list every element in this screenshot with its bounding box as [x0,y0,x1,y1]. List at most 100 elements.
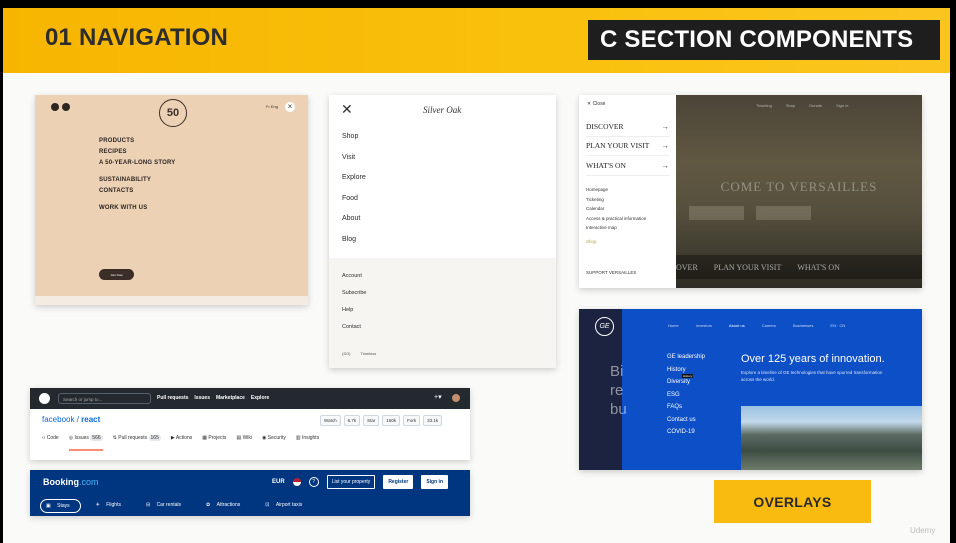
link-pull-requests[interactable]: Pull requests [157,395,188,401]
tab-projects[interactable]: ▦ Projects [202,435,226,449]
watch-count[interactable]: 6.7k [343,415,361,426]
top-nav-ticketing[interactable]: Ticketing [756,103,772,108]
menu-item-sustainability[interactable]: SUSTAINABILITY [99,175,175,186]
currency-selector[interactable]: EUR [272,479,285,485]
link-marketplace[interactable]: Marketplace [216,395,245,401]
menu-item-blog[interactable]: Blog [342,236,366,257]
avatar[interactable] [452,394,460,402]
tab-attractions[interactable]: ✿ Attractions [201,499,250,513]
flag-icon[interactable] [292,478,301,486]
star-count[interactable]: 160k [382,415,401,426]
ge-dropdown-example: GE Bi re bu Home Investors About us Care… [579,309,922,470]
nav-businesses[interactable]: Businesses [793,323,813,328]
photo-button-1[interactable] [689,206,744,220]
menu-item-shop[interactable]: Shop [342,133,366,154]
menu-item-food[interactable]: Food [342,195,366,216]
submenu-contact[interactable]: Contact us [667,417,705,430]
menu-item-help[interactable]: Help [342,307,366,324]
menu-item-visit[interactable]: Visit [342,154,366,175]
tab-car-rentals[interactable]: ⊟ Car rentals [141,499,191,513]
tab-actions[interactable]: ▶ Actions [171,435,192,449]
tab-wiki[interactable]: ▤ Wiki [236,435,252,449]
top-nav-shop[interactable]: Shop [786,103,795,108]
nav-careers[interactable]: Careers [762,323,776,328]
menu-item-access[interactable]: Access & practical information [586,216,646,226]
menu-item-subscribe[interactable]: Subscribe [342,290,366,307]
tab-issues[interactable]: ◎ Issues 566 [68,435,103,451]
menu-item-contact[interactable]: Contact [342,324,366,341]
submenu-faqs[interactable]: FAQs [667,404,705,417]
brand-logo[interactable]: 50 [159,99,187,127]
tab-pull-requests[interactable]: ⇅ Pull requests 165 [113,435,161,449]
menu-item-map[interactable]: Interactive map [586,225,646,235]
nav-language[interactable]: EN · CN [830,323,845,328]
footer-mark-so: (SO) [342,351,351,356]
menu-item-calendar[interactable]: Calendar [586,206,646,216]
register-button[interactable]: Register [383,475,414,489]
menu-item-recipes[interactable]: RECIPES [99,147,175,158]
udemy-watermark: Udemy [910,526,936,535]
nav-about-us[interactable]: About us [729,323,745,328]
support-link[interactable]: SUPPORT VERSAILLES [586,270,636,275]
repo-name[interactable]: react [81,415,100,424]
top-nav-donate[interactable]: Donate [809,103,822,108]
facebook-icon[interactable] [62,103,70,111]
booking-logo[interactable]: Booking.com [43,477,99,487]
menu-item-shop[interactable]: Shop [586,239,646,249]
tab-code[interactable]: ‹› Code [42,435,59,449]
footer-mark-timeless: Timeless [360,351,377,356]
submenu-esg[interactable]: ESG [667,392,705,405]
nav-investors[interactable]: Investors [696,323,712,328]
list-property-button[interactable]: List your property [326,475,376,489]
tab-flights[interactable]: ✈ Flights [91,499,131,513]
nav-home[interactable]: Home [668,323,679,328]
menu-item-contacts[interactable]: CONTACTS [99,186,175,197]
repo-owner[interactable]: facebook [42,415,74,424]
close-button[interactable]: ✕ Close [587,101,605,107]
tab-insights[interactable]: ▥ Insights [296,435,319,449]
star-button[interactable]: Star [363,415,380,426]
photo-nav-discover[interactable]: OVER [676,263,698,272]
photo-nav-whats-on[interactable]: WHAT'S ON [797,263,840,272]
social-icons [51,103,70,111]
menu-item-products[interactable]: PRODUCTS [99,136,175,147]
ge-logo-icon[interactable]: GE [595,317,614,336]
menu-item-story[interactable]: A 50-YEAR-LONG STORY [99,158,175,169]
top-nav-signin[interactable]: Sign in [836,103,848,108]
menu-item-plan-visit[interactable]: PLAN YOUR VISIT → [586,137,669,156]
plus-icon[interactable]: +▾ [434,393,442,401]
instagram-icon[interactable] [51,103,59,111]
close-icon[interactable]: × [285,102,295,112]
header-actions: EUR ? List your property Register Sign i… [272,475,448,489]
fork-count[interactable]: 33.1k [423,415,443,426]
photo-nav-plan[interactable]: PLAN YOUR VISIT [714,263,782,272]
menu-item-explore[interactable]: Explore [342,174,366,195]
menu-item-account[interactable]: Account [342,273,366,290]
tab-security[interactable]: ◉ Security [262,435,286,449]
submenu-covid[interactable]: COVID-19 [667,429,705,442]
tab-airport-taxis[interactable]: ⊡ Airport taxis [260,499,312,513]
watch-button[interactable]: Watch [320,415,341,426]
menu-item-homepage[interactable]: Homepage [586,187,646,197]
menu-item-about[interactable]: About [342,215,366,236]
language-switch[interactable]: Fr Eng [266,104,278,109]
link-explore[interactable]: Explore [251,395,269,401]
search-input[interactable]: Search or jump to... [58,393,151,404]
submenu-leadership[interactable]: GE leadership [667,354,705,367]
link-issues[interactable]: Issues [194,395,210,401]
overlay-menu: PRODUCTS RECIPES A 50-YEAR-LONG STORY SU… [99,136,175,214]
close-icon[interactable]: ✕ [341,101,353,118]
menu-item-whats-on[interactable]: WHAT'S ON → [586,156,669,176]
menu-item-discover[interactable]: DISCOVER → [586,117,669,137]
menu-item-work-with-us[interactable]: WORK WITH US [99,203,175,214]
tab-stays[interactable]: ▣ Stays [40,499,81,513]
cta-pill-button[interactable]: Join Now [99,269,134,280]
help-icon[interactable]: ? [308,477,319,487]
menu-item-ticketing[interactable]: Ticketing [586,197,646,207]
submenu-diversity[interactable]: Diversity [667,379,705,392]
github-logo-icon[interactable] [39,393,50,404]
signin-button[interactable]: Sign in [421,475,448,489]
fork-button[interactable]: Fork [403,415,421,426]
photo-button-2[interactable] [756,206,811,220]
brand-logo[interactable]: Silver Oak [423,105,461,115]
